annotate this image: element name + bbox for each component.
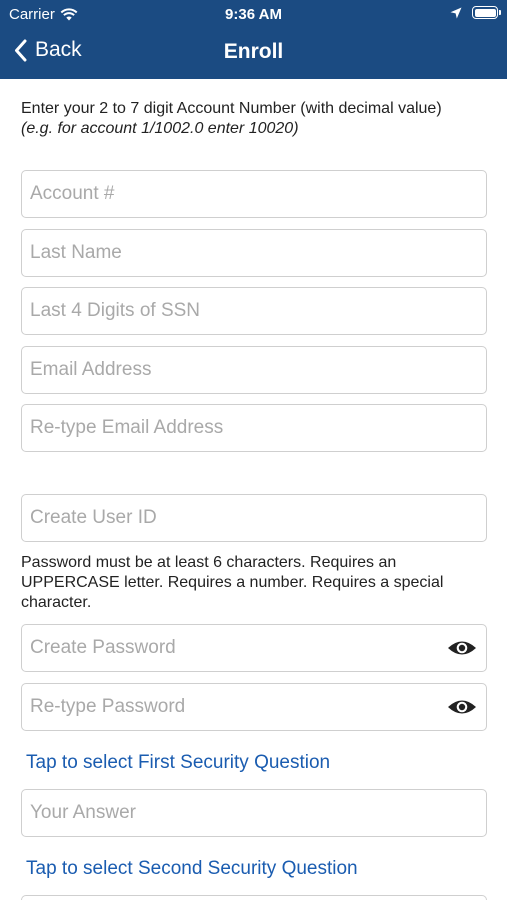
battery-icon (472, 6, 501, 19)
password-field[interactable] (21, 624, 487, 672)
confirm-email-input[interactable] (22, 405, 486, 451)
second-answer-field[interactable] (21, 895, 487, 900)
password-requirements: Password must be at least 6 characters. … (21, 554, 444, 611)
last-name-input[interactable] (22, 230, 486, 276)
confirm-email-field[interactable] (21, 404, 487, 452)
email-field[interactable] (21, 346, 487, 394)
location-arrow-icon (450, 7, 462, 18)
status-bar: Carrier 9:36 AM (0, 0, 507, 28)
user-id-field[interactable] (21, 494, 487, 542)
navigation-bar: Back Enroll (0, 28, 507, 79)
second-security-question-selector[interactable]: Tap to select Second Security Question (26, 858, 358, 880)
account-instructions: Enter your 2 to 7 digit Account Number (… (21, 99, 491, 139)
account-example-hint: (e.g. for account 1/1002.0 enter 10020) (21, 120, 299, 137)
eye-icon[interactable] (447, 696, 477, 718)
page-title: Enroll (223, 40, 284, 63)
confirm-password-input[interactable] (22, 684, 486, 730)
account-instructions-text: Enter your 2 to 7 digit Account Number (… (21, 100, 442, 117)
app-header: Carrier 9:36 AM Back Enroll (0, 0, 507, 79)
confirm-password-field[interactable] (21, 683, 487, 731)
ssn-input[interactable] (22, 288, 486, 334)
email-input[interactable] (22, 347, 486, 393)
eye-icon[interactable] (447, 637, 477, 659)
last-name-field[interactable] (21, 229, 487, 277)
first-security-question-selector[interactable]: Tap to select First Security Question (26, 752, 330, 774)
password-input[interactable] (22, 625, 486, 671)
user-id-input[interactable] (22, 495, 486, 541)
status-time: 9:36 AM (225, 6, 282, 23)
first-answer-field[interactable] (21, 789, 487, 837)
first-answer-input[interactable] (22, 790, 486, 836)
account-number-input[interactable] (22, 171, 486, 217)
ssn-field[interactable] (21, 287, 487, 335)
status-right (450, 6, 501, 19)
account-number-field[interactable] (21, 170, 487, 218)
